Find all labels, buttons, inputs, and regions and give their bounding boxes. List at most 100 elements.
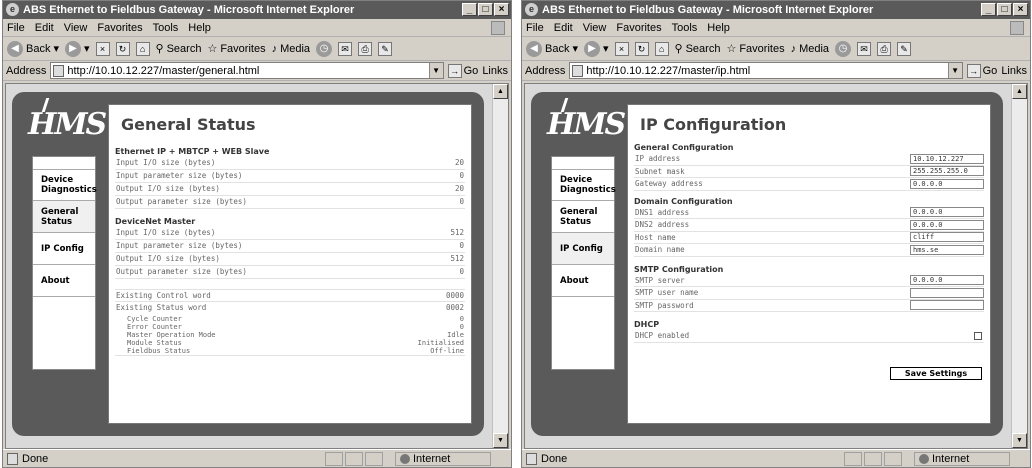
section-heading: Ethernet IP + MBTCP + WEB Slave: [115, 147, 270, 156]
links-button[interactable]: Links: [1001, 65, 1027, 77]
media-button[interactable]: ♪ Media: [272, 43, 310, 55]
browser-window-ip: e ABS Ethernet to Fieldbus Gateway - Mic…: [521, 0, 1031, 468]
vertical-scrollbar[interactable]: ▲ ▼: [1011, 84, 1027, 448]
forward-button[interactable]: ▶ ▾: [65, 40, 90, 57]
page-icon: [572, 64, 584, 77]
status-row: Output I/O size (bytes) 20: [115, 183, 465, 196]
stop-icon[interactable]: ×: [614, 41, 629, 56]
page-background: HMS Device Diagnostics General Status IP…: [525, 84, 1011, 448]
back-button[interactable]: ◀ Back ▾: [526, 40, 578, 57]
menu-tools[interactable]: Tools: [153, 19, 179, 36]
history-icon[interactable]: ◷: [316, 40, 333, 57]
dhcp-checkbox[interactable]: [974, 331, 982, 340]
globe-icon: [919, 454, 929, 464]
menu-bar: File Edit View Favorites Tools Help: [522, 19, 1030, 37]
nav-general-status[interactable]: General Status: [552, 201, 614, 233]
smtp-server-input[interactable]: [910, 275, 984, 286]
print-icon[interactable]: ⎙: [877, 41, 892, 56]
nav-general-status[interactable]: General Status: [33, 201, 95, 233]
ip-address-input[interactable]: [910, 153, 984, 164]
mail-icon[interactable]: ✉: [338, 41, 353, 56]
search-button[interactable]: ⚲ Search: [156, 42, 202, 56]
edit-icon[interactable]: ✎: [897, 41, 912, 56]
host-name-input[interactable]: [910, 232, 984, 243]
page-icon: [526, 452, 537, 465]
page-title: IP Configuration: [640, 115, 787, 134]
menu-help[interactable]: Help: [188, 19, 211, 36]
scroll-up-icon[interactable]: ▲: [1012, 84, 1027, 99]
links-button[interactable]: Links: [482, 65, 508, 77]
mail-icon[interactable]: ✉: [857, 41, 872, 56]
menu-view[interactable]: View: [583, 19, 607, 36]
status-text: Done: [22, 452, 49, 465]
search-icon: ⚲: [674, 43, 683, 55]
address-input[interactable]: http://10.10.12.227/master/general.html …: [50, 62, 444, 79]
history-icon[interactable]: ◷: [835, 40, 852, 57]
scroll-down-icon[interactable]: ▼: [493, 433, 508, 448]
back-button[interactable]: ◀ Back ▾: [7, 40, 59, 57]
subnet-mask-input[interactable]: [910, 166, 984, 177]
security-zone: Internet: [395, 452, 491, 466]
menu-edit[interactable]: Edit: [35, 19, 54, 36]
title-bar[interactable]: e ABS Ethernet to Fieldbus Gateway - Mic…: [522, 1, 1030, 19]
menu-help[interactable]: Help: [707, 19, 730, 36]
search-button[interactable]: ⚲ Search: [674, 42, 721, 56]
go-button[interactable]: → Go: [966, 63, 997, 78]
menu-favorites[interactable]: Favorites: [97, 19, 142, 36]
address-url: http://10.10.12.227/master/ip.html: [586, 64, 751, 77]
edit-icon[interactable]: ✎: [378, 41, 393, 56]
favorites-button[interactable]: ☆ Favorites: [726, 42, 784, 56]
refresh-icon[interactable]: ↻: [115, 41, 130, 56]
menu-file[interactable]: File: [7, 19, 25, 36]
menu-view[interactable]: View: [64, 19, 88, 36]
section-heading: General Configuration: [634, 143, 734, 152]
domain-name-input[interactable]: [910, 244, 984, 255]
nav-device-diagnostics[interactable]: Device Diagnostics: [33, 169, 97, 201]
scroll-down-icon[interactable]: ▼: [1012, 433, 1027, 448]
menu-favorites[interactable]: Favorites: [616, 19, 661, 36]
stop-icon[interactable]: ×: [95, 41, 110, 56]
minimize-button[interactable]: _: [981, 3, 996, 16]
go-button[interactable]: → Go: [447, 63, 478, 78]
status-sub-row: Fieldbus Status Off-line: [115, 347, 465, 356]
title-bar[interactable]: e ABS Ethernet to Fieldbus Gateway - Mic…: [3, 1, 511, 19]
dns1-input[interactable]: [910, 207, 984, 218]
nav-device-diagnostics[interactable]: Device Diagnostics: [552, 169, 616, 201]
close-button[interactable]: ×: [1013, 3, 1028, 16]
content-panel: IP Configuration General Configuration I…: [627, 104, 991, 424]
ip-address-row: IP address: [634, 153, 984, 166]
nav-ip-config[interactable]: IP Config: [33, 233, 95, 265]
page-background: HMS Device Diagnostics General Status IP…: [6, 84, 492, 448]
gateway-input[interactable]: [910, 178, 984, 189]
favorites-button[interactable]: ☆ Favorites: [207, 42, 265, 56]
address-dropdown[interactable]: ▼: [428, 63, 443, 78]
menu-file[interactable]: File: [526, 19, 544, 36]
address-dropdown[interactable]: ▼: [947, 63, 962, 78]
maximize-button[interactable]: □: [997, 3, 1012, 16]
scroll-up-icon[interactable]: ▲: [493, 84, 508, 99]
home-icon[interactable]: ⌂: [654, 41, 669, 56]
save-settings-button[interactable]: Save Settings: [890, 367, 982, 380]
smtp-user-input[interactable]: [910, 287, 984, 298]
media-button[interactable]: ♪ Media: [791, 43, 829, 55]
maximize-button[interactable]: □: [478, 3, 493, 16]
menu-tools[interactable]: Tools: [672, 19, 698, 36]
nav-ip-config[interactable]: IP Config: [552, 233, 614, 265]
status-bar: Done Internet: [522, 449, 1030, 467]
dns2-input[interactable]: [910, 219, 984, 230]
print-icon[interactable]: ⎙: [358, 41, 373, 56]
minimize-button[interactable]: _: [462, 3, 477, 16]
star-icon: ☆: [726, 43, 737, 55]
menu-edit[interactable]: Edit: [554, 19, 573, 36]
home-icon[interactable]: ⌂: [135, 41, 150, 56]
smtp-password-input[interactable]: [910, 300, 984, 311]
forward-button[interactable]: ▶ ▾: [584, 40, 609, 57]
close-button[interactable]: ×: [494, 3, 509, 16]
address-input[interactable]: http://10.10.12.227/master/ip.html ▼: [569, 62, 963, 79]
vertical-scrollbar[interactable]: ▲ ▼: [492, 84, 508, 448]
refresh-icon[interactable]: ↻: [634, 41, 649, 56]
nav-about[interactable]: About: [552, 265, 614, 297]
status-row: Output parameter size (bytes) 0: [115, 196, 465, 209]
nav-about[interactable]: About: [33, 265, 95, 297]
media-icon: ♪: [790, 42, 797, 55]
